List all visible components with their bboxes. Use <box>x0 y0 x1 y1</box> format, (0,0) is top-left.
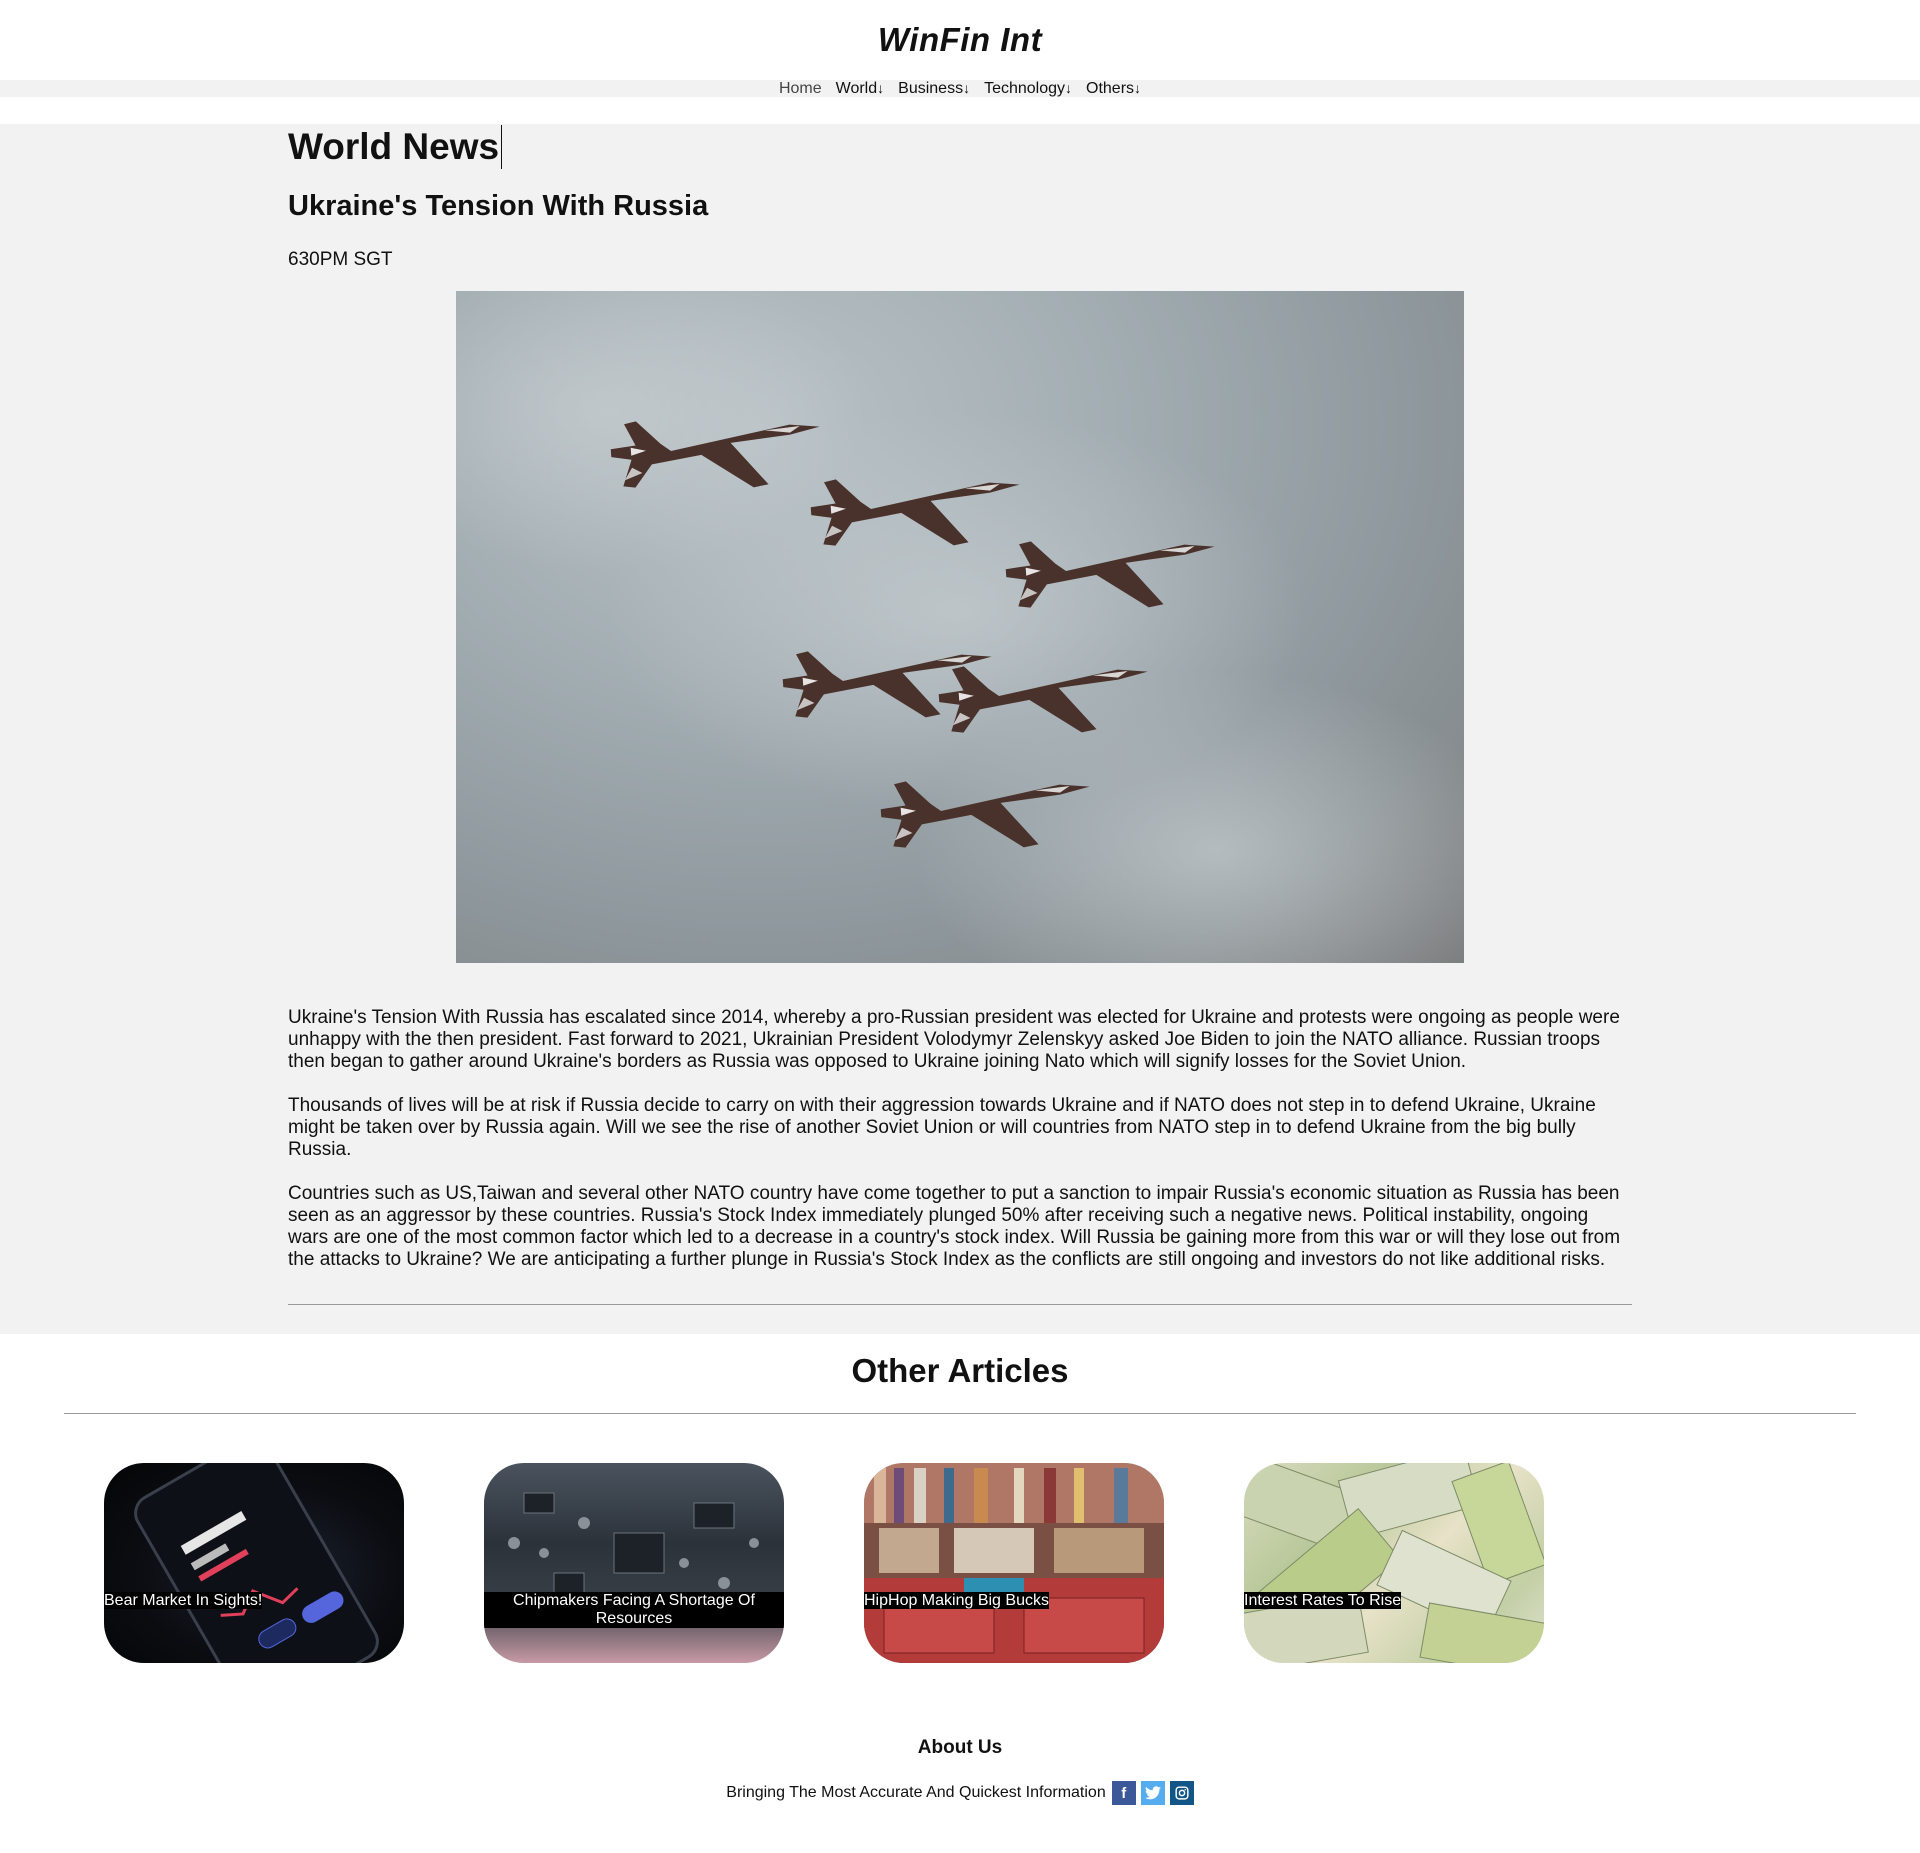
banknotes-image <box>1244 1463 1544 1663</box>
top-nav: Home World↓ Business↓ Technology↓ Others… <box>0 80 1920 97</box>
nav-item-business[interactable]: Business↓ <box>898 80 970 98</box>
nav-item-technology[interactable]: Technology↓ <box>984 80 1072 98</box>
facebook-icon[interactable]: f <box>1111 1781 1136 1805</box>
page-title: World News <box>288 124 503 170</box>
hero-image <box>456 291 1464 963</box>
card-caption-text: Bear Market In Sights! <box>104 1592 263 1609</box>
other-articles-title: Other Articles <box>851 1352 1069 1389</box>
text-cursor <box>501 125 503 169</box>
card-caption: Interest Rates To Rise <box>1244 1592 1544 1610</box>
article-paragraph: Ukraine's Tension With Russia has escala… <box>288 1007 1620 1072</box>
nav-item-home[interactable]: Home <box>779 80 822 98</box>
article-paragraph: Thousands of lives will be at risk if Ru… <box>288 1095 1596 1160</box>
nav-item-world[interactable]: World↓ <box>836 80 885 98</box>
footer-tagline: Bringing The Most Accurate And Quickest … <box>726 1784 1106 1801</box>
card-caption-text: HipHop Making Big Bucks <box>864 1592 1049 1609</box>
twitter-icon[interactable] <box>1140 1781 1165 1805</box>
site-header: WinFin Int <box>0 0 1920 80</box>
site-brand: WinFin Int <box>877 21 1043 58</box>
nav-item-label: Technology <box>984 79 1066 97</box>
about-us-title: About Us <box>917 1737 1003 1758</box>
article-card-hiphop[interactable]: HipHop Making Big Bucks <box>864 1463 1164 1663</box>
card-caption: Bear Market In Sights! <box>104 1592 404 1610</box>
down-arrow-icon: ↓ <box>963 79 971 96</box>
nav-item-label: World <box>835 79 878 97</box>
article-paragraph: Countries such as US,Taiwan and several … <box>288 1183 1621 1270</box>
instagram-icon[interactable] <box>1169 1781 1194 1805</box>
footer-row: Bringing The Most Accurate And Quickest … <box>0 1781 1920 1805</box>
page-title-text: World News <box>288 126 500 167</box>
record-crates-image <box>864 1463 1164 1663</box>
circuit-board-image <box>508 1492 759 1619</box>
nav-item-label: Business <box>898 79 964 97</box>
article-card-chipmakers[interactable]: Chipmakers Facing A Shortage Of Resource… <box>484 1463 784 1663</box>
article-title: Ukraine's Tension With Russia <box>288 190 709 222</box>
card-caption: HipHop Making Big Bucks <box>864 1592 1164 1610</box>
card-caption: Chipmakers Facing A Shortage Of Resource… <box>484 1592 784 1628</box>
stock-app-phone-image <box>134 1463 379 1663</box>
article-timestamp: 630PM SGT <box>288 249 393 270</box>
card-caption-text: Interest Rates To Rise <box>1244 1592 1402 1609</box>
article-body: Ukraine's Tension With Russia has escala… <box>288 1007 1632 1293</box>
nav-item-others[interactable]: Others↓ <box>1086 80 1141 98</box>
world-news-section: World News Ukraine's Tension With Russia… <box>0 124 1920 1334</box>
down-arrow-icon: ↓ <box>877 79 885 96</box>
divider <box>64 1413 1856 1414</box>
nav-item-label: Others <box>1086 79 1135 97</box>
down-arrow-icon: ↓ <box>1134 79 1142 96</box>
down-arrow-icon: ↓ <box>1065 79 1073 96</box>
twitter-bird-icon <box>1144 1786 1161 1800</box>
article-card-bear-market[interactable]: Bear Market In Sights! <box>104 1463 404 1663</box>
divider <box>288 1304 1632 1305</box>
nav-item-label: Home <box>778 79 822 97</box>
fighter-jets-image <box>456 291 1464 963</box>
article-card-interest-rates[interactable]: Interest Rates To Rise <box>1244 1463 1544 1663</box>
instagram-camera-icon <box>1175 1786 1189 1800</box>
